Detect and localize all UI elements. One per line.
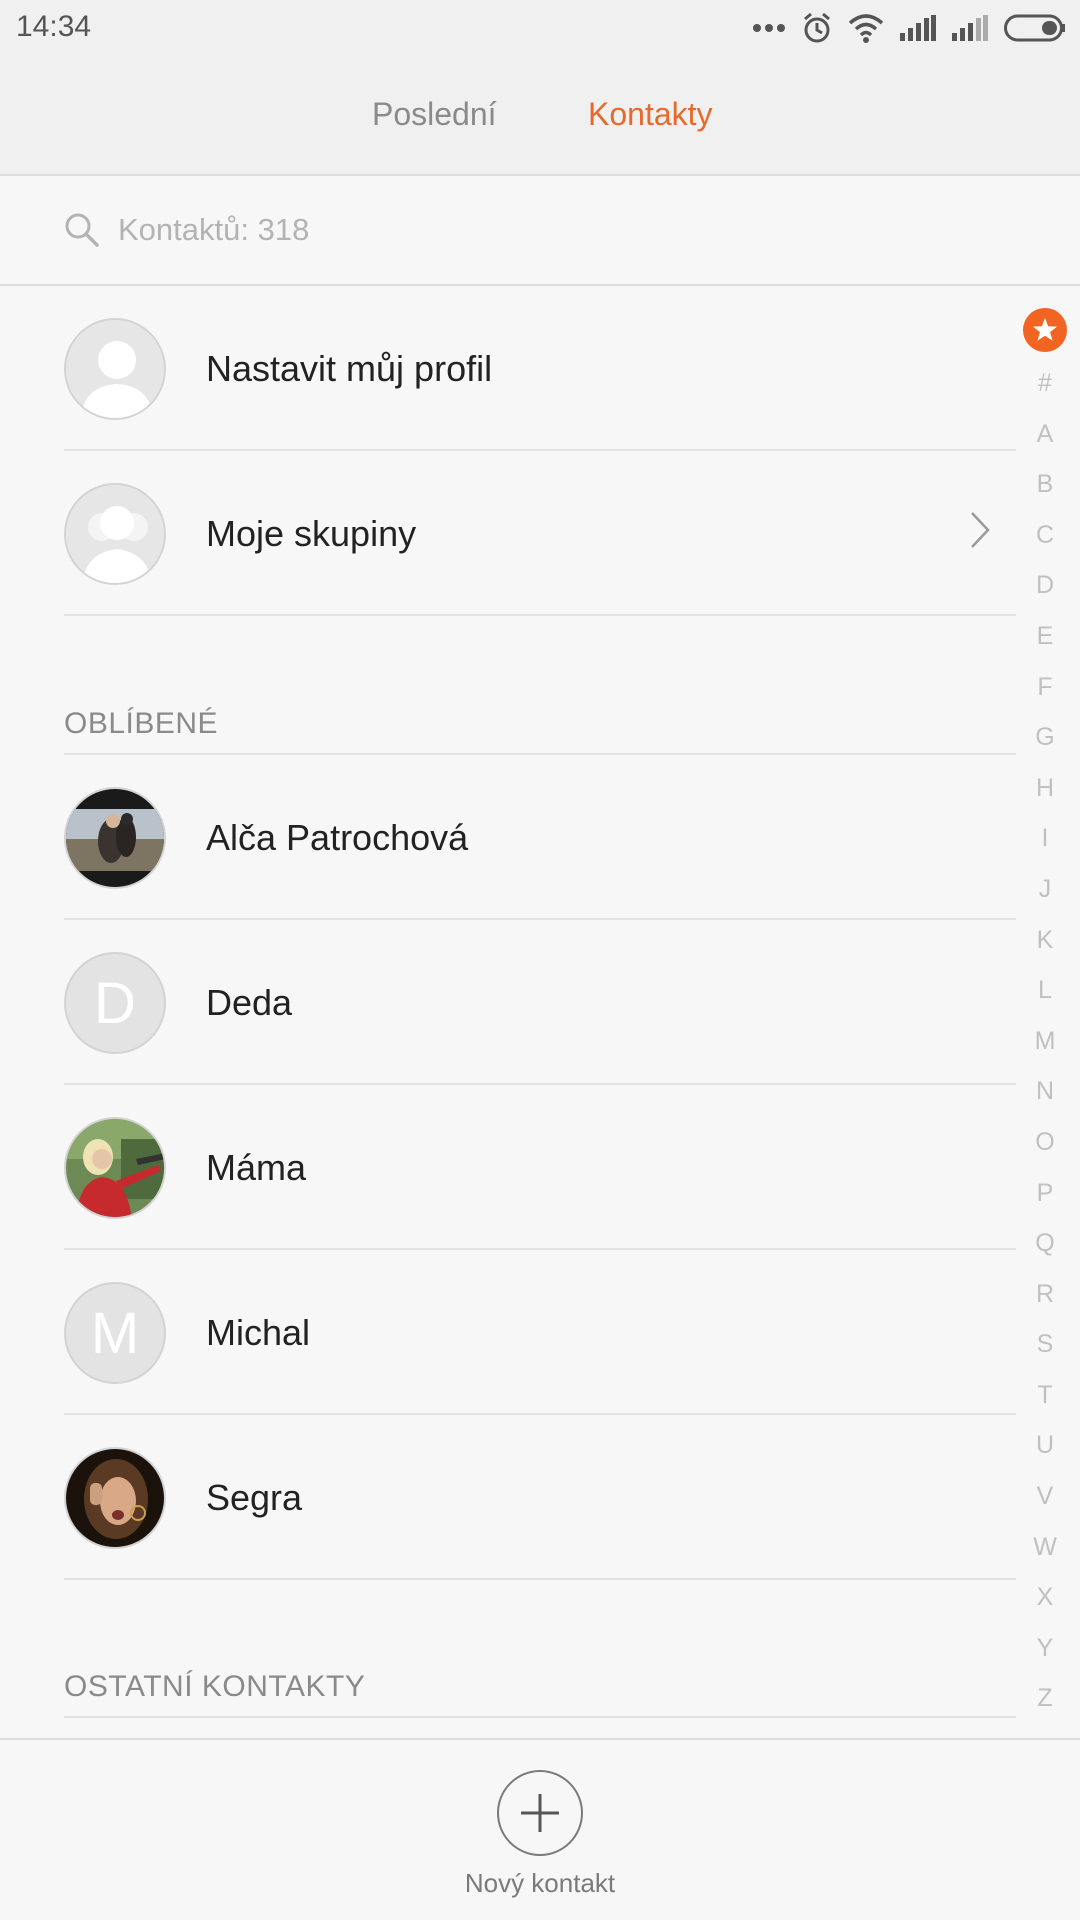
letter-avatar: D [64, 952, 166, 1054]
index-letter[interactable]: X [1022, 1572, 1068, 1623]
contact-name: Michal [206, 1312, 311, 1353]
more-dots-icon [752, 23, 786, 33]
contact-photo-avatar [64, 1447, 166, 1549]
index-letter[interactable]: O [1022, 1117, 1068, 1168]
set-profile-label: Nastavit můj profil [206, 348, 493, 389]
contact-name: Alča Patrochová [206, 817, 469, 858]
index-letter[interactable]: F [1022, 662, 1068, 713]
index-letter[interactable]: K [1022, 915, 1068, 966]
index-letter[interactable]: N [1022, 1066, 1068, 1117]
index-letter[interactable]: E [1022, 611, 1068, 662]
other-contacts-header-label: OSTATNÍ KONTAKTY [64, 1670, 366, 1703]
index-letter[interactable]: T [1022, 1370, 1068, 1421]
index-letter[interactable]: R [1022, 1269, 1068, 1320]
index-letter[interactable]: B [1022, 459, 1068, 510]
signal-weak-icon [952, 15, 988, 41]
index-letter[interactable]: H [1022, 763, 1068, 814]
status-icons [752, 10, 1066, 46]
set-profile-item[interactable]: Nastavit můj profil [64, 286, 1016, 451]
group-placeholder-icon [64, 483, 166, 585]
alarm-icon [802, 12, 832, 44]
my-groups-item[interactable]: Moje skupiny [64, 451, 1016, 616]
contact-row[interactable]: Segra [64, 1415, 1016, 1580]
index-letter[interactable]: W [1022, 1522, 1068, 1573]
search-bar [0, 176, 1080, 286]
bottom-bar: Nový kontakt [0, 1738, 1080, 1920]
contact-photo-avatar [64, 787, 166, 889]
index-letter[interactable]: Q [1022, 1218, 1068, 1269]
index-letter[interactable]: L [1022, 965, 1068, 1016]
letter-avatar: M [64, 1282, 166, 1384]
battery-icon [1004, 14, 1066, 42]
contact-name: Deda [206, 982, 293, 1023]
contact-row[interactable]: Máma [64, 1085, 1016, 1250]
contact-name: Máma [206, 1147, 307, 1188]
contact-row[interactable]: D Deda [64, 920, 1016, 1085]
index-letter[interactable]: P [1022, 1168, 1068, 1219]
tab-bar: Poslední Kontakty [0, 56, 1080, 176]
index-letter[interactable]: Z [1022, 1673, 1068, 1724]
index-letter[interactable]: # [1022, 358, 1068, 409]
signal-icon [900, 15, 936, 41]
status-bar: 14:34 [0, 0, 1080, 56]
index-letter[interactable]: V [1022, 1471, 1068, 1522]
contact-row[interactable]: M Michal [64, 1250, 1016, 1415]
index-letter[interactable]: G [1022, 712, 1068, 763]
index-letter[interactable]: Y [1022, 1623, 1068, 1674]
wifi-icon [848, 13, 884, 43]
index-letter[interactable]: U [1022, 1420, 1068, 1471]
favorites-header-label: OBLÍBENÉ [64, 707, 219, 740]
star-icon[interactable] [1023, 308, 1067, 352]
index-letter[interactable]: A [1022, 409, 1068, 460]
index-letter[interactable]: M [1022, 1016, 1068, 1067]
alphabet-index[interactable]: # A B C D E F G H I J K L M N O P Q R S T U V W X Y Z [1022, 308, 1068, 1724]
tab-recent[interactable]: Poslední [372, 96, 497, 133]
other-contacts-header: OSTATNÍ KONTAKTY [64, 1658, 1016, 1718]
contact-photo-avatar [64, 1117, 166, 1219]
index-letter[interactable]: J [1022, 864, 1068, 915]
search-icon [64, 212, 100, 253]
new-contact-label: Nový kontakt [464, 1868, 616, 1898]
contact-name: Segra [206, 1477, 303, 1518]
my-groups-label: Moje skupiny [206, 513, 417, 554]
index-letter[interactable]: D [1022, 560, 1068, 611]
contact-row[interactable]: Alča Patrochová [64, 755, 1016, 920]
favorites-header: OBLÍBENÉ [64, 695, 1016, 755]
new-contact-button[interactable] [497, 1770, 583, 1856]
index-letter[interactable]: S [1022, 1319, 1068, 1370]
chevron-right-icon [970, 511, 990, 554]
index-letter[interactable]: C [1022, 510, 1068, 561]
search-input[interactable] [118, 208, 918, 252]
index-letter[interactable]: I [1022, 813, 1068, 864]
profile-placeholder-icon [64, 318, 166, 420]
status-time: 14:34 [16, 10, 92, 43]
tab-contacts[interactable]: Kontakty [588, 96, 713, 133]
alphabet-letters: # A B C D E F G H I J K L M N O P Q R S T U V W X Y Z [1022, 358, 1068, 1724]
plus-icon [521, 1794, 559, 1832]
